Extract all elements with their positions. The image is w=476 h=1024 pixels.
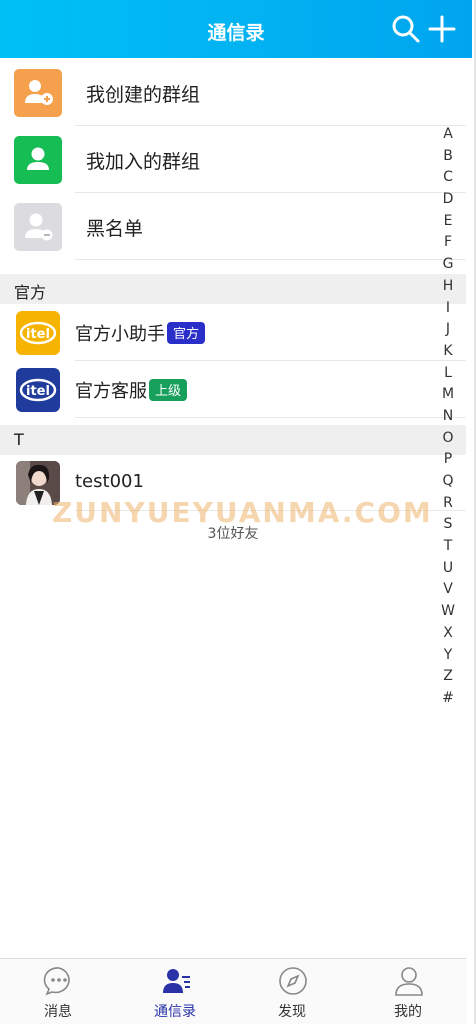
blacklist-label: 黑名单: [86, 218, 144, 240]
index-letter-p[interactable]: P: [438, 449, 458, 471]
friend-count: 3位好友: [207, 526, 259, 542]
index-letter-q[interactable]: Q: [438, 471, 458, 493]
nav-label: 我的: [394, 1004, 422, 1020]
official-badge: 官方: [167, 322, 206, 344]
contact-name-text: 官方小助手: [75, 324, 165, 345]
index-letter-w[interactable]: W: [438, 601, 458, 623]
itel-logo: itel: [16, 311, 60, 355]
logo-text: itel: [26, 327, 50, 342]
nav-label: 消息: [44, 1004, 72, 1020]
section-title: T: [14, 430, 24, 449]
joined-groups-item[interactable]: 我加入的群组: [0, 127, 466, 193]
divider: [75, 259, 466, 260]
index-letter-z[interactable]: Z: [438, 666, 458, 688]
divider: [75, 125, 466, 126]
divider: [75, 417, 466, 418]
created-groups-item[interactable]: 我创建的群组: [0, 60, 466, 126]
bottom-nav: 消息 通信录 发现 我的: [0, 958, 466, 1024]
index-letter-j[interactable]: J: [438, 319, 458, 341]
discover-icon: [277, 965, 309, 997]
created-groups-label: 我创建的群组: [86, 84, 201, 106]
contact-official-assistant[interactable]: itel 官方小助手 官方: [0, 305, 466, 361]
divider: [75, 192, 466, 193]
joined-group-icon: [14, 136, 62, 184]
contact-name-text: 官方客服: [75, 381, 147, 402]
profile-icon: [393, 965, 425, 997]
nav-label: 通信录: [154, 1004, 196, 1020]
index-letter-v[interactable]: V: [438, 579, 458, 601]
index-letter-e[interactable]: E: [438, 211, 458, 233]
section-header-official: 官方: [0, 274, 466, 304]
index-letter-o[interactable]: O: [438, 428, 458, 450]
nav-messages[interactable]: 消息: [0, 959, 116, 1024]
index-letter-g[interactable]: G: [438, 254, 458, 276]
nav-contacts[interactable]: 通信录: [117, 959, 233, 1024]
index-letter-s[interactable]: S: [438, 514, 458, 536]
index-letter-x[interactable]: X: [438, 623, 458, 645]
create-group-icon: [14, 69, 62, 117]
section-title: 官方: [14, 283, 47, 302]
index-letter-u[interactable]: U: [438, 558, 458, 580]
index-letter-a[interactable]: A: [438, 124, 458, 146]
index-letter-r[interactable]: R: [438, 493, 458, 515]
search-icon[interactable]: [391, 14, 421, 44]
alphabet-index[interactable]: A B C D E F G H I J K L M N O P Q R S T …: [438, 124, 458, 710]
index-letter-c[interactable]: C: [438, 167, 458, 189]
contact-name: test001: [75, 471, 144, 492]
message-icon: [43, 965, 75, 997]
nav-profile[interactable]: 我的: [350, 959, 466, 1024]
section-header-t: T: [0, 425, 466, 455]
index-letter-t[interactable]: T: [438, 536, 458, 558]
divider: [75, 360, 466, 361]
blacklist-item[interactable]: 黑名单: [0, 194, 466, 260]
index-letter-m[interactable]: M: [438, 384, 458, 406]
add-icon[interactable]: [427, 14, 457, 44]
index-letter-k[interactable]: K: [438, 341, 458, 363]
index-letter-f[interactable]: F: [438, 232, 458, 254]
nav-label: 发现: [278, 1004, 306, 1020]
contact-name: 官方小助手 官方: [75, 320, 206, 346]
contacts-screen: 通信录 我创建的群组 我加入的群组 黑名单 官方 itel 官方小助手 官方 i…: [0, 0, 476, 1024]
blacklist-icon: [14, 203, 62, 251]
joined-groups-label: 我加入的群组: [86, 151, 201, 173]
top-bar: 通信录: [0, 0, 472, 58]
itel-logo: itel: [16, 368, 60, 412]
index-letter-l[interactable]: L: [438, 363, 458, 385]
index-letter-b[interactable]: B: [438, 146, 458, 168]
index-letter-i[interactable]: I: [438, 298, 458, 320]
contacts-icon: [160, 965, 192, 997]
logo-text: itel: [26, 384, 50, 399]
index-letter-n[interactable]: N: [438, 406, 458, 428]
contact-name: 官方客服 上级: [75, 377, 188, 403]
index-letter-d[interactable]: D: [438, 189, 458, 211]
contact-customer-service[interactable]: itel 官方客服 上级: [0, 362, 466, 418]
superior-badge: 上级: [149, 379, 188, 401]
nav-discover[interactable]: 发现: [234, 959, 350, 1024]
index-letter-h[interactable]: H: [438, 276, 458, 298]
index-letter-y[interactable]: Y: [438, 645, 458, 667]
index-letter-hash[interactable]: #: [438, 688, 458, 710]
